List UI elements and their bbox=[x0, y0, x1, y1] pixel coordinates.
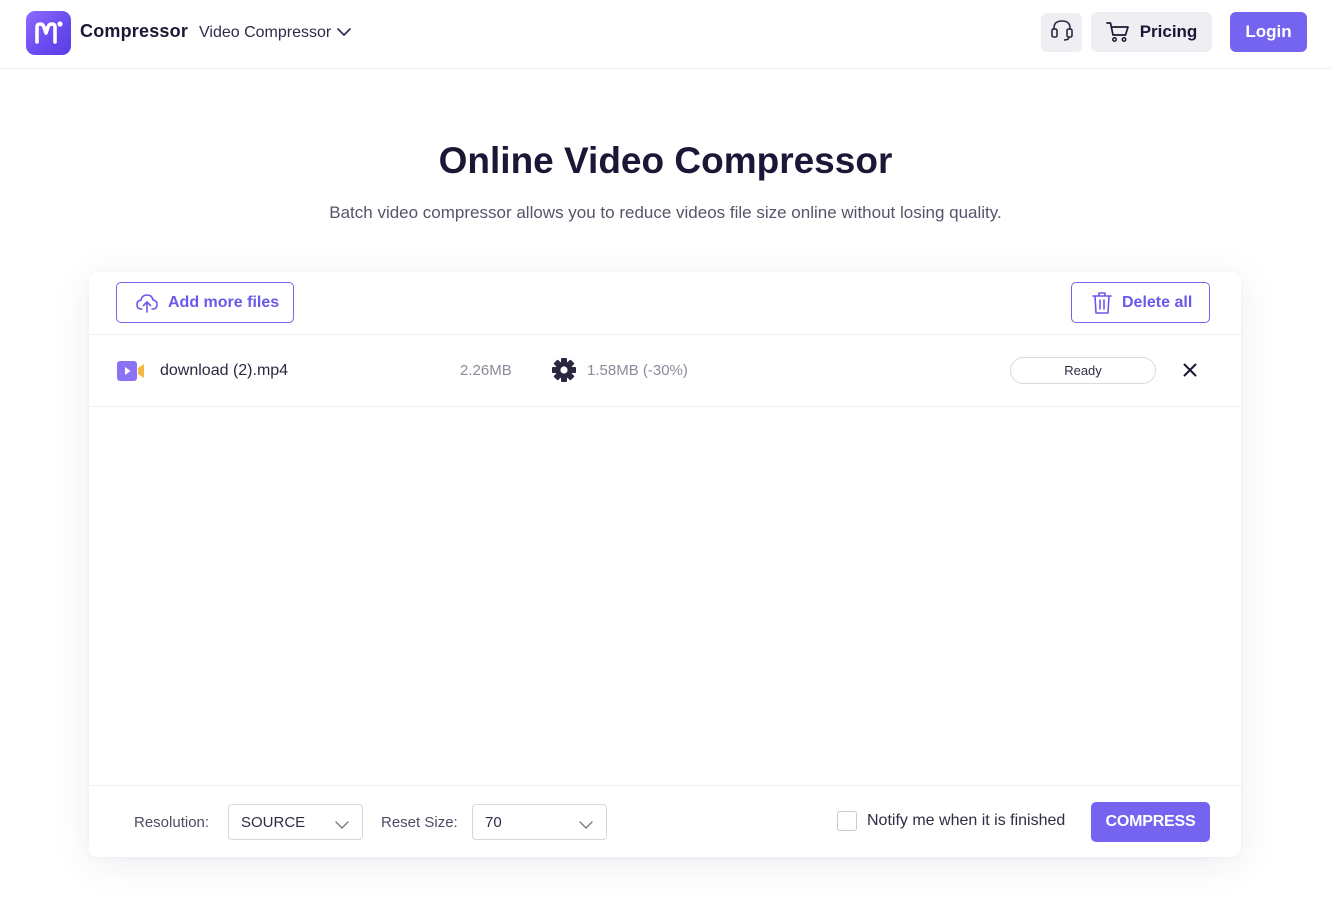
video-file-icon bbox=[117, 361, 145, 386]
reset-size-label: Reset Size: bbox=[381, 814, 458, 831]
compressor-panel: Add more files Delete all download (2).m… bbox=[89, 272, 1241, 857]
add-more-files-button[interactable]: Add more files bbox=[116, 282, 294, 323]
resolution-select[interactable]: SOURCE bbox=[228, 804, 363, 840]
page-title: Online Video Compressor bbox=[438, 140, 893, 181]
brand-logo-icon[interactable] bbox=[26, 11, 71, 55]
file-name: download (2).mp4 bbox=[160, 362, 289, 379]
delete-all-button[interactable]: Delete all bbox=[1071, 282, 1210, 323]
cart-icon bbox=[1105, 21, 1130, 43]
chevron-down-icon bbox=[335, 817, 349, 834]
original-file-size: 2.26MB bbox=[460, 362, 512, 379]
login-button[interactable]: Login bbox=[1230, 12, 1307, 52]
gear-icon[interactable] bbox=[551, 357, 577, 388]
resolution-value: SOURCE bbox=[241, 813, 306, 831]
compression-settings-bar: Resolution: SOURCE Reset Size: 70 Notify… bbox=[89, 785, 1241, 857]
brand-name[interactable]: Compressor bbox=[80, 21, 188, 42]
close-icon[interactable] bbox=[1179, 359, 1201, 381]
notify-label: Notify me when it is finished bbox=[867, 812, 1066, 829]
notify-checkbox[interactable] bbox=[837, 811, 857, 831]
resolution-label: Resolution: bbox=[134, 814, 210, 831]
add-more-files-label: Add more files bbox=[168, 293, 280, 311]
reset-size-value: 70 bbox=[485, 813, 502, 831]
trash-icon bbox=[1091, 291, 1113, 315]
status-badge: Ready bbox=[1010, 357, 1156, 384]
delete-all-label: Delete all bbox=[1122, 293, 1193, 311]
reset-size-select[interactable]: 70 bbox=[472, 804, 607, 840]
support-button[interactable] bbox=[1041, 13, 1082, 52]
headset-icon bbox=[1049, 18, 1075, 47]
pricing-label: Pricing bbox=[1139, 22, 1198, 41]
file-row: download (2).mp4 2.26MB 1.58MB (-30%) Re… bbox=[89, 335, 1241, 407]
top-header: Compressor Video Compressor Pricing Logi… bbox=[0, 0, 1331, 69]
chevron-down-icon bbox=[579, 817, 593, 834]
compress-button[interactable]: COMPRESS bbox=[1091, 802, 1210, 842]
video-compressor-menu-label: Video Compressor bbox=[199, 24, 332, 41]
pricing-button[interactable]: Pricing bbox=[1091, 12, 1212, 52]
page-subtitle: Batch video compressor allows you to red… bbox=[329, 203, 1002, 222]
compressed-file-size: 1.58MB (-30%) bbox=[587, 362, 688, 379]
video-compressor-menu[interactable]: Video Compressor bbox=[199, 22, 352, 44]
chevron-down-icon bbox=[337, 24, 352, 42]
file-toolbar: Add more files Delete all bbox=[89, 272, 1241, 335]
cloud-upload-icon bbox=[135, 292, 159, 314]
